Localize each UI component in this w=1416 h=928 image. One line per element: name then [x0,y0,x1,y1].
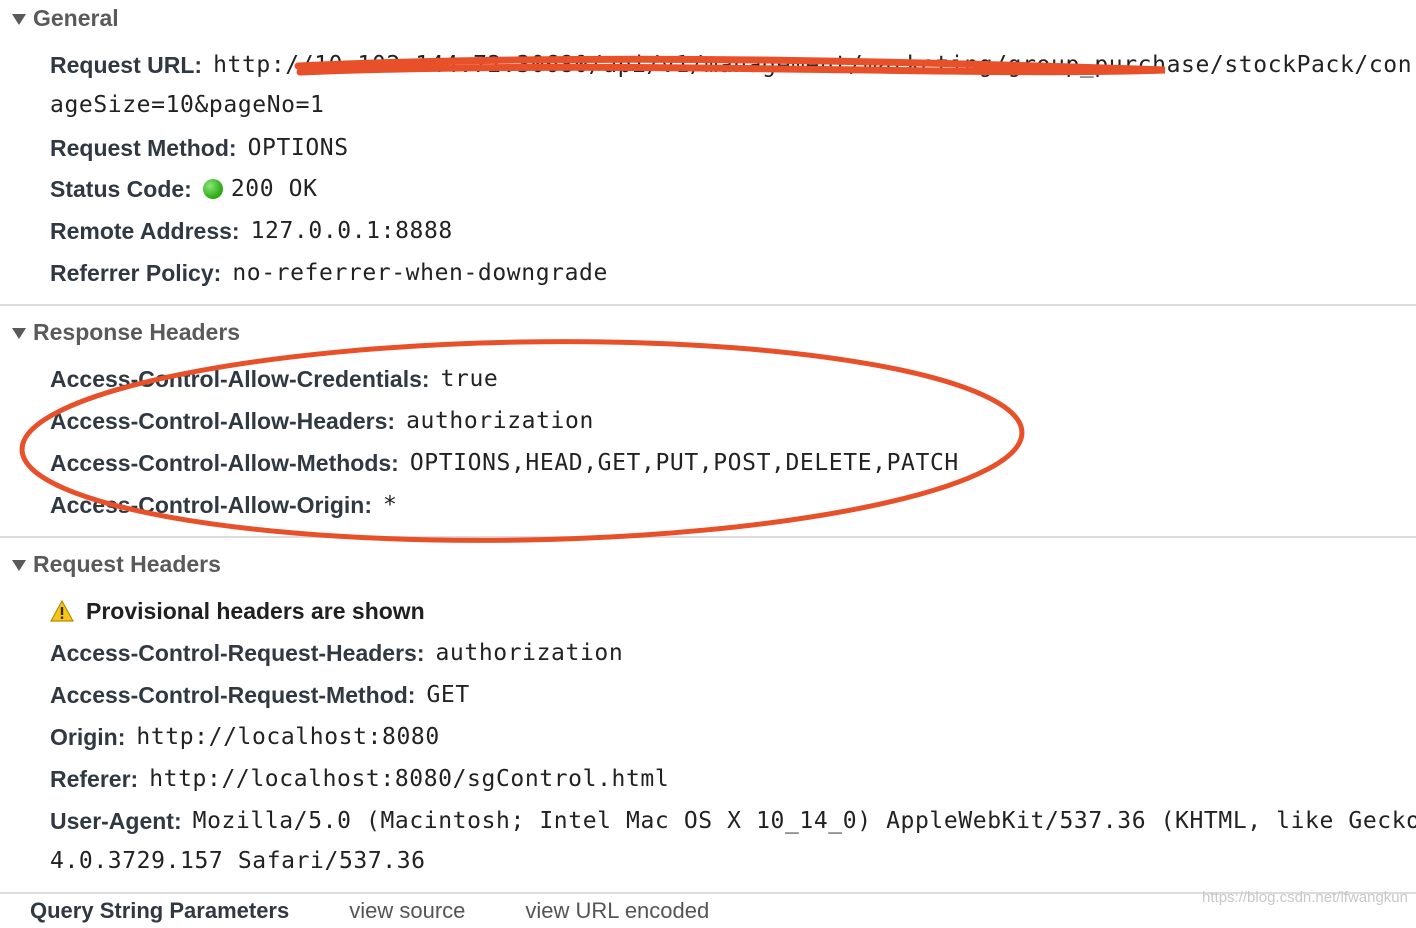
view-url-encoded-link[interactable]: view URL encoded [525,898,709,924]
header-key: Referer: [50,765,139,792]
triangle-down-icon [12,13,26,25]
triangle-down-icon [12,559,26,571]
user-agent-continuation: 4.0.3729.157 Safari/537.36 [50,844,426,878]
request-url-cont: ageSize=10&pageNo=1 [50,92,325,118]
green-dot-icon [202,179,223,199]
response-headers-title: Response Headers [33,318,241,345]
request-header-row: Access-Control-Request-Method: GET [50,678,1416,712]
response-header-row: Access-Control-Allow-Headers: authorizat… [50,404,1416,438]
warning-triangle-icon [50,599,74,622]
remote-address-key: Remote Address: [50,217,240,244]
header-value: true [440,366,499,392]
request-url-continuation: ageSize=10&pageNo=1 [50,88,325,122]
request-method-value: OPTIONS [247,135,349,161]
status-code-row: Status Code: 200 OK [50,172,1416,206]
header-value: OPTIONS,HEAD,GET,PUT,POST,DELETE,PATCH [409,450,959,476]
request-header-row: User-Agent: Mozilla/5.0 (Macintosh; Inte… [50,804,1416,838]
header-key: Access-Control-Allow-Origin: [50,491,373,518]
request-method-row: Request Method: OPTIONS [50,131,1416,165]
request-header-row: Referer: http://localhost:8080/sgControl… [50,762,1416,796]
request-header-row: Origin: http://localhost:8080 [50,720,1416,754]
remote-address-value: 127.0.0.1:8888 [250,218,453,244]
request-url-value: http://10.102.144.72:30680/api/v1/manage… [213,52,1413,78]
header-value: http://localhost:8080/sgControl.html [149,766,670,792]
request-url-key: Request URL: [50,51,203,78]
header-key: Access-Control-Request-Method: [50,681,416,708]
header-key: Access-Control-Request-Headers: [50,639,425,666]
status-code-value: 200 OK [230,176,318,202]
header-key: Access-Control-Allow-Credentials: [50,365,430,392]
header-key: Access-Control-Allow-Headers: [50,407,396,434]
provisional-headers-text: Provisional headers are shown [86,597,425,624]
request-headers-title: Request Headers [33,550,221,577]
view-source-link[interactable]: view source [349,898,465,924]
referrer-policy-value: no-referrer-when-downgrade [232,260,608,286]
user-agent-cont: 4.0.3729.157 Safari/537.36 [50,848,426,874]
request-headers-section-header[interactable]: Request Headers [12,549,221,579]
referrer-policy-key: Referrer Policy: [50,259,222,286]
request-header-row: Access-Control-Request-Headers: authoriz… [50,636,1416,670]
header-value: * [383,492,398,518]
request-url-row: Request URL: http://10.102.144.72:30680/… [50,48,1416,82]
header-key: User-Agent: [50,807,182,834]
response-headers-section-header[interactable]: Response Headers [12,317,240,347]
header-value: GET [426,682,470,708]
header-value: authorization [435,640,624,666]
header-value: http://localhost:8080 [136,724,440,750]
general-title: General [33,4,119,31]
section-divider [0,536,1416,538]
header-value: authorization [406,408,594,434]
remote-address-row: Remote Address: 127.0.0.1:8888 [50,214,1416,248]
section-divider [0,304,1416,306]
header-key: Origin: [50,723,126,750]
status-code-key: Status Code: [50,175,192,202]
provisional-warning-row: Provisional headers are shown [50,594,1416,628]
response-header-row: Access-Control-Allow-Origin: * [50,488,1416,522]
referrer-policy-row: Referrer Policy: no-referrer-when-downgr… [50,256,1416,290]
request-method-key: Request Method: [50,134,237,161]
query-string-title: Query String Parameters [30,898,290,923]
response-header-row: Access-Control-Allow-Methods: OPTIONS,HE… [50,446,1416,480]
general-section-header[interactable]: General [12,3,119,33]
response-header-row: Access-Control-Allow-Credentials: true [50,362,1416,396]
query-string-section-header[interactable]: Query String Parameters view source view… [30,898,709,928]
watermark-text: https://blog.csdn.net/lfwangkun [1202,889,1408,906]
header-key: Access-Control-Allow-Methods: [50,449,399,476]
triangle-down-icon [12,327,26,339]
header-value: Mozilla/5.0 (Macintosh; Intel Mac OS X 1… [192,808,1416,834]
